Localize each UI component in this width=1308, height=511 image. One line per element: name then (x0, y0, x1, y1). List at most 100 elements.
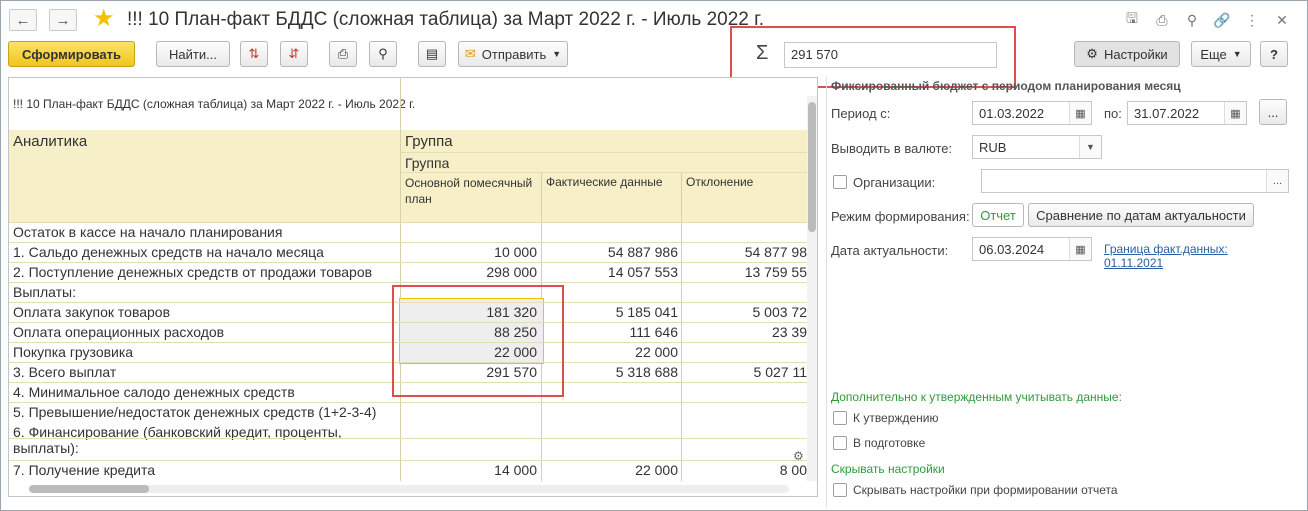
mode-label: Режим формирования: (831, 209, 970, 224)
divider (401, 152, 807, 153)
row-label: Покупка грузовика (13, 344, 134, 360)
row-label: Остаток в кассе на начало планирования (13, 224, 283, 240)
send-label: Отправить (481, 46, 547, 62)
period-to-value: 31.07.2022 (1134, 106, 1200, 121)
row-divider (9, 460, 807, 461)
row-fact: 22 000 (635, 462, 678, 478)
close-icon[interactable]: ✕ (1273, 11, 1291, 29)
row-fact: 5 318 688 (615, 364, 678, 380)
gear-icon: ⚙ (1086, 46, 1098, 61)
sort-asc-button[interactable]: ⇅ (240, 41, 268, 67)
row-fact: 22 000 (635, 344, 678, 360)
row-divider (9, 282, 807, 283)
printer-icon: ⎙ (337, 46, 349, 61)
envelope-icon: ✉ (464, 46, 476, 61)
actuality-date-field[interactable]: 06.03.2024 ▦ (972, 237, 1092, 261)
row-deviation: 23 39 (771, 324, 807, 340)
mode-compare-button[interactable]: Сравнение по датам актуальности (1028, 203, 1254, 227)
for-approval-checkbox[interactable] (833, 411, 847, 425)
chevron-down-icon: ▼ (1232, 49, 1242, 59)
hide-settings-checkbox[interactable] (833, 483, 847, 497)
settings-section-title: Фиксированный бюджет с периодом планиров… (831, 79, 1181, 93)
organizations-field[interactable]: ... (981, 169, 1289, 193)
row-divider (9, 242, 807, 243)
sigma-icon: Σ (756, 42, 769, 64)
scroll-thumb[interactable] (29, 485, 149, 493)
preview-button[interactable]: ⚲ (369, 41, 397, 67)
divider (401, 172, 807, 173)
chevron-down-icon[interactable]: ▼ (1079, 136, 1101, 158)
settings-button[interactable]: ⚙ Настройки (1074, 41, 1180, 67)
row-deviation: 5 003 72 (752, 304, 808, 320)
for-approval-label: К утверждению (853, 411, 939, 425)
in-preparation-checkbox[interactable] (833, 436, 847, 450)
row-divider (9, 222, 807, 223)
horizontal-scrollbar[interactable] (29, 485, 789, 493)
currency-select[interactable]: RUB ▼ (972, 135, 1102, 159)
period-to-field[interactable]: 31.07.2022 ▦ (1127, 101, 1247, 125)
back-button[interactable]: ← (9, 9, 37, 31)
divider (400, 78, 401, 481)
header-fact: Фактические данные (546, 175, 663, 189)
row-fact: 111 646 (629, 324, 678, 340)
row-deviation: 5 027 11 (753, 364, 807, 380)
window-title: !!! 10 План-факт БДДС (сложная таблица) … (127, 9, 765, 30)
sort-desc-button[interactable]: ⇵ (280, 41, 308, 67)
row-label: Выплаты: (13, 284, 76, 300)
header-plan: Основной помесячный план (405, 176, 533, 206)
row-label: 7. Получение кредита (13, 462, 156, 478)
sort-descending-icon: ⇵ (288, 46, 300, 61)
mode-report-button[interactable]: Отчет (972, 203, 1024, 227)
vertical-scrollbar[interactable] (807, 96, 817, 481)
calendar-icon[interactable]: ▦ (1069, 102, 1091, 124)
more-button[interactable]: Еще ▼ (1191, 41, 1251, 67)
actuality-label: Дата актуальности: (831, 243, 949, 258)
settings-gear-icon[interactable]: ⚙ (793, 449, 804, 463)
save-button[interactable]: ▤ (418, 41, 446, 67)
scroll-thumb[interactable] (808, 102, 816, 232)
print-icon[interactable]: ⎙ (1153, 11, 1171, 29)
report-title: !!! 10 План-факт БДДС (сложная таблица) … (13, 97, 416, 111)
more-vertical-icon[interactable]: ⋮ (1243, 11, 1261, 29)
hide-settings-link[interactable]: Скрывать настройки (831, 462, 945, 476)
select-more-button[interactable]: ... (1266, 170, 1288, 192)
send-button[interactable]: ✉ Отправить ▼ (458, 41, 568, 67)
header-group-1: Группа (405, 133, 453, 150)
divider (681, 173, 682, 481)
period-select-button[interactable]: ... (1259, 99, 1287, 125)
organizations-checkbox[interactable] (833, 175, 847, 189)
row-deviation: 54 877 98 (744, 244, 807, 260)
print-button[interactable]: ⎙ (329, 41, 357, 67)
row-fact: 54 887 986 (607, 244, 678, 260)
find-button[interactable]: Найти... (156, 41, 230, 67)
period-to-label: по: (1104, 106, 1122, 121)
calendar-icon[interactable]: ▦ (1224, 102, 1246, 124)
fact-border-link[interactable]: Граница факт.данных: (1104, 242, 1228, 256)
header-group-2: Группа (405, 155, 450, 171)
title-bar: ← → ★ !!! 10 План-факт БДДС (сложная таб… (1, 1, 1305, 35)
row-fact: 5 185 041 (615, 304, 678, 320)
row-divider (9, 402, 807, 403)
forward-button[interactable]: → (49, 9, 77, 31)
link-icon[interactable]: 🔗 (1213, 11, 1231, 29)
sum-field[interactable]: 291 570 (784, 42, 997, 68)
row-divider (9, 262, 807, 263)
row-deviation: 13 759 55 (744, 264, 807, 280)
period-from-field[interactable]: 01.03.2022 ▦ (972, 101, 1092, 125)
hide-settings-label: Скрывать настройки при формировании отче… (853, 483, 1118, 497)
header-deviation: Отклонение (686, 175, 754, 189)
help-button[interactable]: ? (1260, 41, 1288, 67)
row-label: 4. Минимальное салодо денежных средств (13, 384, 295, 400)
row-fact: 14 057 553 (607, 264, 678, 280)
row-deviation: 8 00 (779, 462, 807, 478)
generate-button[interactable]: Сформировать (8, 41, 135, 67)
preview-icon[interactable]: ⚲ (1183, 11, 1201, 29)
calendar-icon[interactable]: ▦ (1069, 238, 1091, 260)
row-label: 3. Всего выплат (13, 364, 117, 380)
highlight-box (392, 285, 564, 397)
report-table[interactable]: !!! 10 План-факт БДДС (сложная таблица) … (8, 77, 818, 497)
fact-border-date-link[interactable]: 01.11.2021 (1104, 256, 1228, 270)
save-icon[interactable]: 🖫 (1123, 10, 1141, 29)
settings-label: Настройки (1103, 46, 1168, 62)
favorite-star-icon[interactable]: ★ (93, 6, 115, 32)
